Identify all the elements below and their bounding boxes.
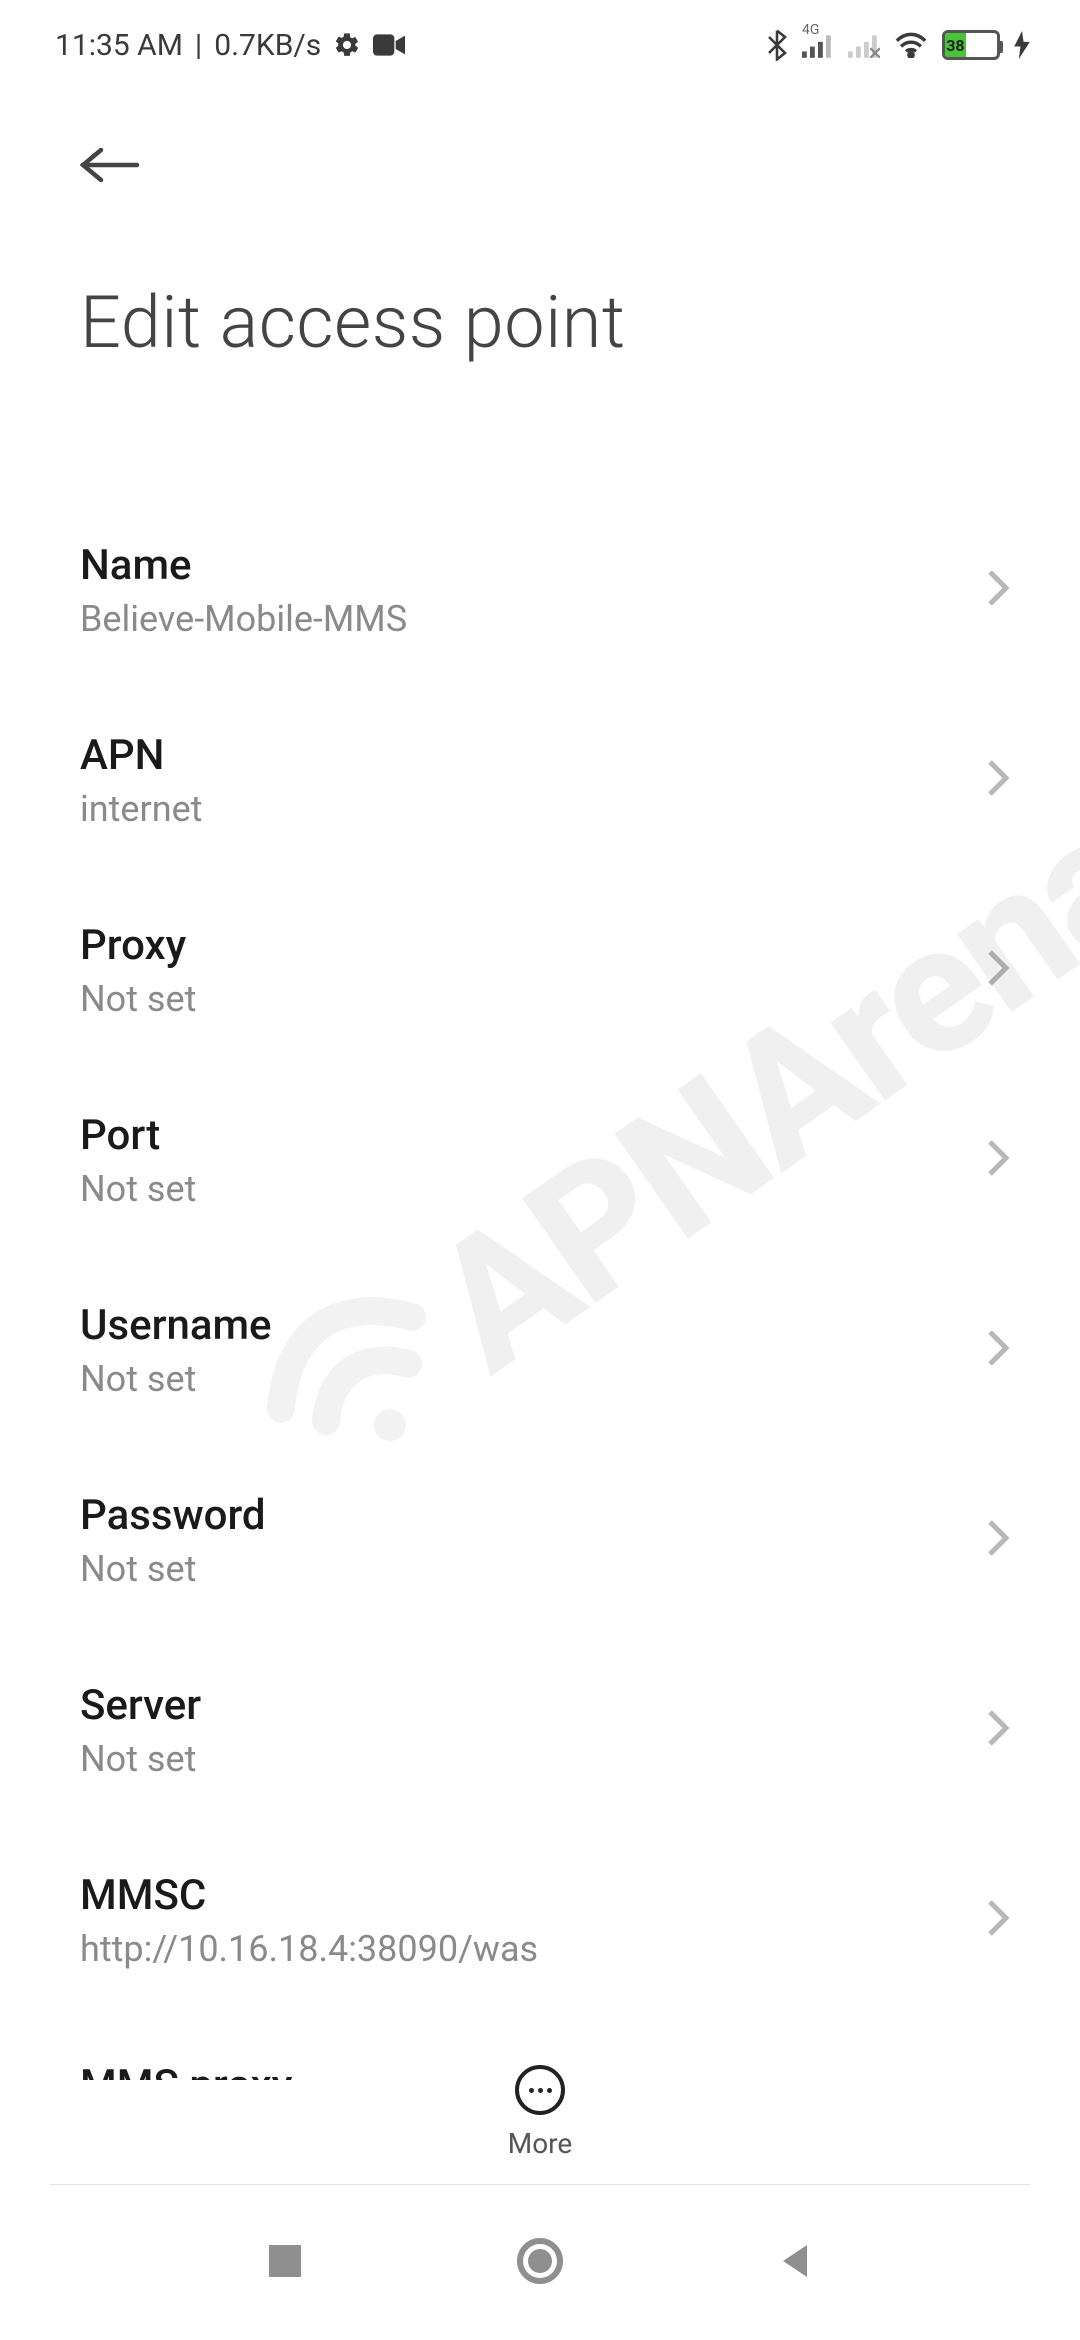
setting-row-proxy[interactable]: Proxy Not set: [0, 875, 1080, 1065]
setting-label: Proxy: [80, 921, 196, 970]
setting-value: internet: [80, 788, 202, 830]
setting-row-mmsc[interactable]: MMSC http://10.16.18.4:38090/was: [0, 1825, 1080, 2015]
more-label: More: [508, 2127, 573, 2160]
more-icon: [515, 2065, 565, 2115]
setting-row-username[interactable]: Username Not set: [0, 1255, 1080, 1445]
page-title: Edit access point: [80, 280, 1000, 365]
setting-label: Username: [80, 1301, 272, 1350]
settings-list: Name Believe-Mobile-MMS APN internet Pro…: [0, 495, 1080, 2080]
setting-row-port[interactable]: Port Not set: [0, 1065, 1080, 1255]
nav-home-button[interactable]: [516, 2237, 564, 2289]
status-bar-right: 4G 38: [766, 29, 1030, 61]
signal-2-icon: [848, 32, 880, 58]
battery-icon: 38: [942, 30, 1000, 60]
setting-value: Not set: [80, 1548, 266, 1590]
setting-value: Believe-Mobile-MMS: [80, 598, 407, 640]
battery-percent: 38: [945, 33, 966, 57]
chevron-right-icon: [986, 568, 1010, 612]
setting-label: Server: [80, 1681, 201, 1730]
status-bar: 11:35 AM | 0.7KB/s 4G 38: [0, 0, 1080, 90]
arrow-left-icon: [80, 145, 140, 185]
status-separator: |: [195, 28, 202, 63]
chevron-right-icon: [986, 1518, 1010, 1562]
chevron-right-icon: [986, 1708, 1010, 1752]
nav-recent-button[interactable]: [265, 2241, 305, 2285]
status-bar-left: 11:35 AM | 0.7KB/s: [55, 28, 405, 63]
setting-label: MMSC: [80, 1871, 538, 1920]
chevron-right-icon: [986, 758, 1010, 802]
camera-icon: [373, 34, 405, 56]
setting-label: Port: [80, 1111, 196, 1160]
setting-value: Not set: [80, 1168, 196, 1210]
setting-label: Password: [80, 1491, 266, 1540]
setting-row-password[interactable]: Password Not set: [0, 1445, 1080, 1635]
status-data-rate: 0.7KB/s: [214, 28, 321, 63]
gear-icon: [333, 31, 361, 59]
chevron-right-icon: [986, 948, 1010, 992]
setting-row-name[interactable]: Name Believe-Mobile-MMS: [0, 495, 1080, 685]
chevron-right-icon: [986, 1898, 1010, 1942]
status-time: 11:35 AM: [55, 28, 183, 63]
bluetooth-icon: [766, 29, 788, 61]
back-button[interactable]: [80, 130, 150, 200]
setting-value: http://10.16.18.4:38090/was: [80, 1928, 538, 1970]
setting-label: Name: [80, 541, 407, 590]
setting-row-apn[interactable]: APN internet: [0, 685, 1080, 875]
header: Edit access point: [0, 90, 1080, 385]
system-navigation-bar: [0, 2185, 1080, 2340]
setting-value: Not set: [80, 1738, 201, 1780]
signal-1-icon: 4G: [802, 32, 834, 58]
setting-row-server[interactable]: Server Not set: [0, 1635, 1080, 1825]
setting-label: APN: [80, 731, 202, 780]
setting-value: Not set: [80, 978, 196, 1020]
setting-value: Not set: [80, 1358, 272, 1400]
more-button[interactable]: More: [0, 2065, 1080, 2160]
chevron-right-icon: [986, 1328, 1010, 1372]
charging-icon: [1014, 31, 1030, 59]
nav-back-button[interactable]: [775, 2241, 815, 2285]
chevron-right-icon: [986, 1138, 1010, 1182]
wifi-icon: [894, 32, 928, 58]
